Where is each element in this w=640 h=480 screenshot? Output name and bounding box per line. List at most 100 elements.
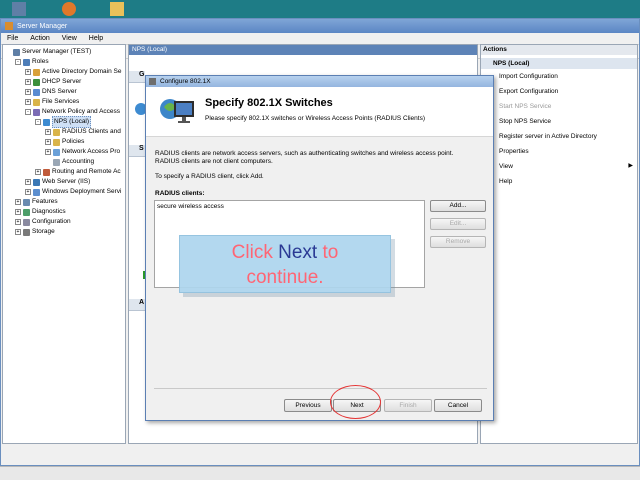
tree-expander-icon[interactable]: + <box>15 219 21 225</box>
tree-item[interactable]: + File Services <box>25 97 79 107</box>
dialog-titlebar[interactable]: Configure 802.1X <box>146 76 493 87</box>
tree-expander-icon[interactable]: + <box>15 199 21 205</box>
callout-line-1: Click Next to <box>180 240 390 265</box>
tree-expander-icon[interactable]: + <box>35 169 41 175</box>
callout-suffix: to <box>317 242 339 263</box>
callout-prefix: Click <box>231 242 279 263</box>
list-item[interactable]: secure wireless access <box>157 203 422 210</box>
tree-expander-icon[interactable]: + <box>25 69 31 75</box>
tree-node-icon <box>33 78 40 86</box>
tree-node-icon <box>23 58 30 66</box>
previous-button[interactable]: Previous <box>284 399 332 412</box>
tree-item[interactable]: + Network Access Pro <box>45 147 120 157</box>
tree-expander-icon[interactable]: + <box>45 139 51 145</box>
tree-expander-icon[interactable]: - <box>35 119 41 125</box>
tree-item[interactable]: Accounting <box>45 157 94 167</box>
action-item-label: Import Configuration <box>499 73 558 80</box>
tree-item-label: DNS Server <box>42 88 77 95</box>
tree-expander-icon[interactable]: + <box>15 209 21 215</box>
tree-item[interactable]: + DNS Server <box>25 87 77 97</box>
tree-item[interactable]: + Configuration <box>15 217 71 227</box>
dialog-separator <box>154 388 487 389</box>
center-section-stub: A <box>129 299 145 311</box>
tree-expander-icon[interactable]: + <box>25 99 31 105</box>
action-item[interactable]: Stop NPS Service <box>481 114 637 129</box>
tree-node-icon <box>33 188 40 196</box>
tree-expander-icon[interactable]: + <box>15 229 21 235</box>
dialog-header: Specify 802.1X Switches Please specify 8… <box>146 87 493 137</box>
action-item[interactable]: Register server in Active Directory <box>481 129 637 144</box>
add-button[interactable]: Add... <box>430 200 486 212</box>
tree-node-icon <box>53 158 60 166</box>
action-item[interactable]: Export Configuration <box>481 84 637 99</box>
window-titlebar[interactable]: Server Manager <box>1 19 639 33</box>
menu-file[interactable]: File <box>7 35 18 42</box>
tree-expander-icon[interactable]: + <box>45 129 51 135</box>
action-item[interactable]: Start NPS Service <box>481 99 637 114</box>
console-tree: Server Manager (TEST) - Roles + Active Direc… <box>2 44 126 444</box>
tree-expander-icon[interactable]: + <box>45 149 51 155</box>
tree-item[interactable]: + Diagnostics <box>15 207 66 217</box>
action-item-label: Help <box>499 178 513 185</box>
radius-clients-label: RADIUS clients: <box>155 190 205 197</box>
tree-item[interactable]: + Storage <box>15 227 55 237</box>
tree-item-label: Features <box>32 198 58 205</box>
tree-expander-icon[interactable]: + <box>25 79 31 85</box>
folder-icon[interactable] <box>110 2 124 16</box>
tree-node-icon <box>23 228 30 236</box>
action-item[interactable]: View ▶ <box>481 159 637 174</box>
callout-line-2: continue. <box>246 267 324 288</box>
action-item-label: Properties <box>499 148 529 155</box>
tree-item[interactable]: - Roles <box>15 57 49 67</box>
tree-item[interactable]: + DHCP Server <box>25 77 81 87</box>
tree-node-icon <box>53 128 60 136</box>
dialog-icon <box>149 78 156 85</box>
tree-expander-icon[interactable]: - <box>15 59 21 65</box>
tree-item-label: Configuration <box>32 218 71 225</box>
tree-item-label: Windows Deployment Servi <box>42 188 122 195</box>
remove-button[interactable]: Remove <box>430 236 486 248</box>
tree-item-label: Diagnostics <box>32 208 66 215</box>
tree-item[interactable]: + RADIUS Clients and <box>45 127 121 137</box>
menu-help[interactable]: Help <box>89 35 103 42</box>
cancel-button[interactable]: Cancel <box>434 399 482 412</box>
menu-action[interactable]: Action <box>30 35 49 42</box>
callout-emphasis: Next <box>278 242 318 263</box>
tree-node-icon <box>43 168 50 176</box>
tree-item-label: DHCP Server <box>42 78 82 85</box>
tree-node-icon <box>33 178 40 186</box>
tree-item[interactable]: + Web Server (IIS) <box>25 177 90 187</box>
tree-item[interactable]: - NPS (Local) <box>35 116 92 128</box>
finish-button[interactable]: Finish <box>384 399 432 412</box>
action-item[interactable]: Properties <box>481 144 637 159</box>
tree-item[interactable]: + Policies <box>45 137 84 147</box>
tree-node-icon <box>43 118 50 126</box>
firefox-icon[interactable] <box>62 2 76 16</box>
tree-item-label: Active Directory Domain Se <box>42 68 122 75</box>
tree-expander-icon[interactable]: - <box>25 109 31 115</box>
tree-item-label: Web Server (IIS) <box>42 178 91 185</box>
tree-item[interactable]: + Windows Deployment Servi <box>25 187 121 197</box>
tree-item[interactable]: + Routing and Remote Ac <box>35 167 121 177</box>
actions-pane: Actions NPS (Local) Import Configuration… <box>480 44 638 444</box>
tree-item[interactable]: + Features <box>15 197 58 207</box>
server-icon[interactable] <box>12 2 26 16</box>
network-computer-icon <box>160 99 194 123</box>
tree-item-label: RADIUS Clients and <box>62 128 121 135</box>
next-highlight-ring <box>330 385 381 419</box>
tree-node-icon <box>33 98 40 106</box>
info-paragraph-1a: RADIUS clients are network access server… <box>155 150 454 157</box>
action-item[interactable]: Import Configuration <box>481 69 637 84</box>
action-item[interactable]: Help <box>481 174 637 189</box>
actions-group-header[interactable]: NPS (Local) <box>481 58 637 69</box>
desktop-strip <box>0 0 640 18</box>
tree-item[interactable]: + Active Directory Domain Se <box>25 67 121 77</box>
menu-view[interactable]: View <box>62 35 77 42</box>
tree-expander-icon[interactable]: + <box>25 189 31 195</box>
center-header: NPS (Local) <box>129 45 477 55</box>
edit-button[interactable]: Edit... <box>430 218 486 230</box>
tree-item[interactable]: Server Manager (TEST) <box>5 47 91 57</box>
tree-expander-icon[interactable]: + <box>25 89 31 95</box>
action-item-label: View <box>499 163 513 170</box>
tree-expander-icon[interactable]: + <box>25 179 31 185</box>
